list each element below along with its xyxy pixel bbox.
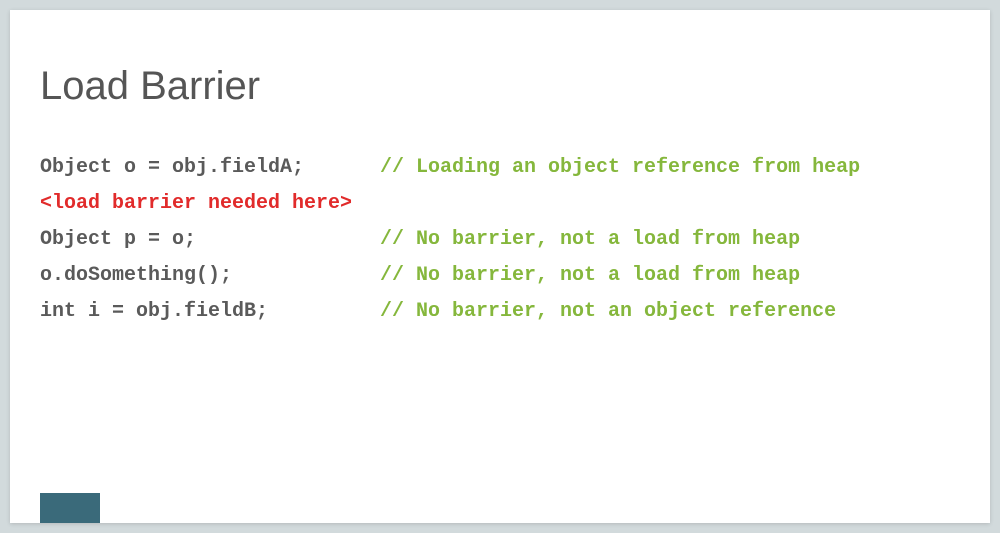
code-comment: // No barrier, not a load from heap xyxy=(380,258,800,294)
slide: Load Barrier Object o = obj.fieldA;// Lo… xyxy=(10,10,990,523)
code-text: Object p = o; xyxy=(40,222,380,258)
code-text: o.doSomething(); xyxy=(40,258,380,294)
footer-logo-tab xyxy=(40,493,100,523)
code-line: Object p = o;// No barrier, not a load f… xyxy=(40,222,860,258)
code-line: int i = obj.fieldB;// No barrier, not an… xyxy=(40,294,860,330)
code-line: Object o = obj.fieldA;// Loading an obje… xyxy=(40,150,860,186)
code-comment: // Loading an object reference from heap xyxy=(380,150,860,186)
code-text: Object o = obj.fieldA; xyxy=(40,150,380,186)
code-comment: // No barrier, not an object reference xyxy=(380,294,836,330)
slide-title: Load Barrier xyxy=(40,64,260,109)
code-text-highlight: <load barrier needed here> xyxy=(40,186,380,222)
code-comment: // No barrier, not a load from heap xyxy=(380,222,800,258)
code-line: o.doSomething();// No barrier, not a loa… xyxy=(40,258,860,294)
code-block: Object o = obj.fieldA;// Loading an obje… xyxy=(40,150,860,330)
code-line: <load barrier needed here> xyxy=(40,186,860,222)
code-text: int i = obj.fieldB; xyxy=(40,294,380,330)
